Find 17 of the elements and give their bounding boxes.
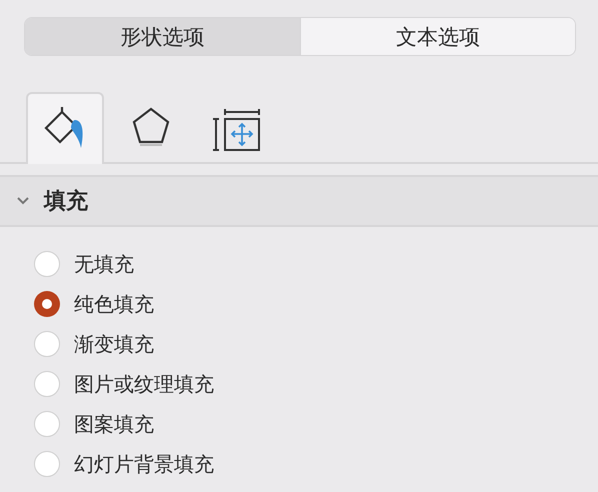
radio-label: 无填充 xyxy=(74,250,134,278)
radio-button[interactable] xyxy=(34,451,60,477)
option-tab[interactable]: 形状选项 xyxy=(25,18,300,55)
icon-tab[interactable] xyxy=(26,92,104,164)
radio-button[interactable] xyxy=(34,251,60,277)
radio-button[interactable] xyxy=(34,411,60,437)
section-title: 填充 xyxy=(44,188,88,216)
radio-label: 图片或纹理填充 xyxy=(74,370,214,398)
radio-button[interactable] xyxy=(34,371,60,397)
radio-label: 图案填充 xyxy=(74,410,154,438)
radio-button[interactable] xyxy=(34,291,60,317)
section-header[interactable]: 填充 xyxy=(0,175,598,227)
radio-label: 纯色填充 xyxy=(74,290,154,318)
radio-label: 渐变填充 xyxy=(74,330,154,358)
radio-label: 幻灯片背景填充 xyxy=(74,450,214,478)
size-position-icon xyxy=(212,106,262,152)
radio-button[interactable] xyxy=(34,331,60,357)
